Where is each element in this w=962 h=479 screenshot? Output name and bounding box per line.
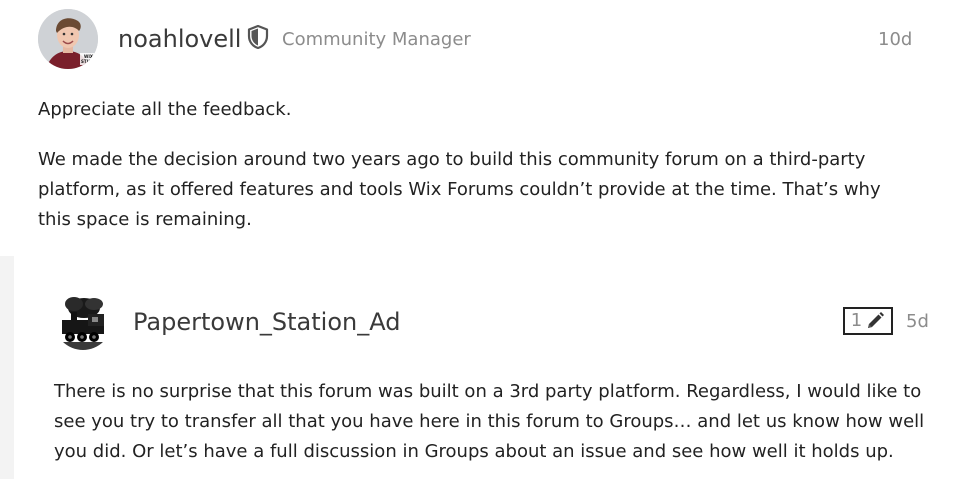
shield-icon xyxy=(247,25,269,49)
reply-author-username[interactable]: Papertown_Station_Ad xyxy=(133,307,400,337)
post-body: Appreciate all the feedback. We made the… xyxy=(38,95,918,255)
author-title: Community Manager xyxy=(282,29,471,50)
edit-count: 1 xyxy=(850,310,863,331)
post-timestamp[interactable]: 10d xyxy=(878,28,912,52)
post-paragraph: Appreciate all the feedback. xyxy=(38,99,292,120)
avatar-logo-text: WIX STUDIO xyxy=(81,54,98,64)
author-username[interactable]: noahlovell xyxy=(118,24,241,54)
reply-body: There is no surprise that this forum was… xyxy=(54,377,944,467)
reply-paragraph: There is no surprise that this forum was… xyxy=(54,381,925,462)
pencil-icon xyxy=(868,312,885,328)
reply-avatar[interactable] xyxy=(54,292,112,350)
avatar[interactable]: WIX STUDIO xyxy=(38,9,98,69)
post-paragraph: We made the decision around two years ag… xyxy=(38,149,881,230)
reply-timestamp[interactable]: 5d xyxy=(906,310,929,334)
edit-history-button[interactable]: 1 xyxy=(843,307,893,335)
steam-locomotive-avatar-icon xyxy=(54,292,112,350)
forum-thread: WIX STUDIO noahlovell Community Manager … xyxy=(0,0,962,479)
